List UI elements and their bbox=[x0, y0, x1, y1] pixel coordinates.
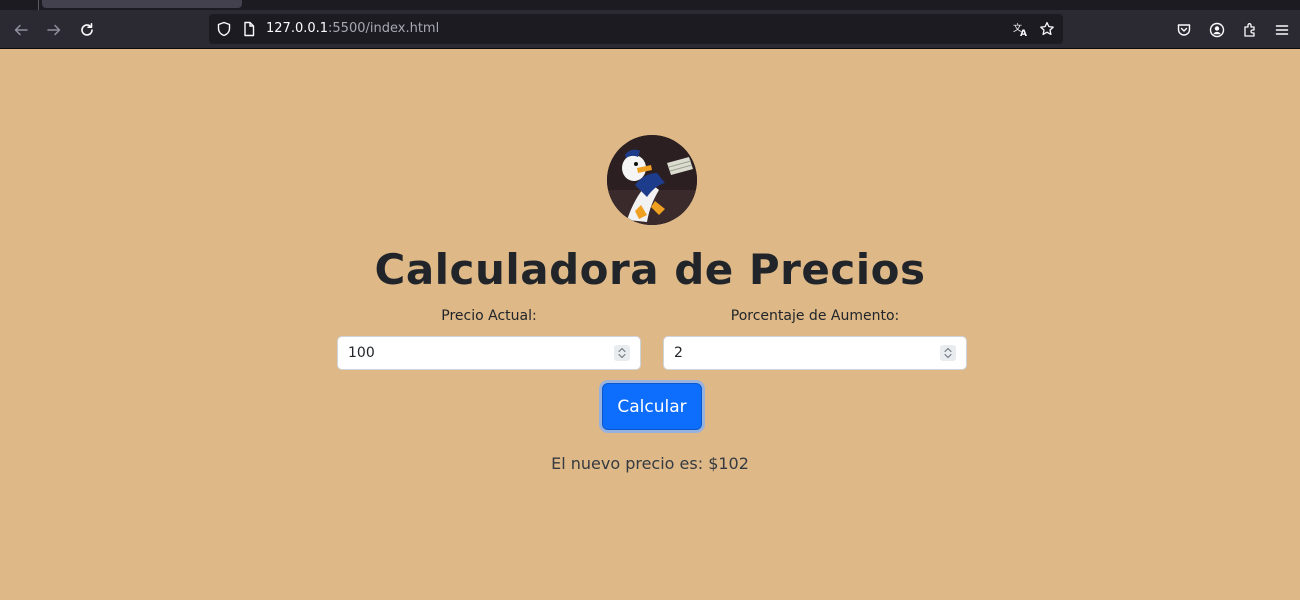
result-text: El nuevo precio es: $102 bbox=[551, 454, 749, 473]
pocket-icon[interactable] bbox=[1172, 18, 1196, 42]
hamburger-menu-icon[interactable] bbox=[1270, 18, 1294, 42]
arrow-right-icon[interactable] bbox=[42, 18, 66, 42]
tab-separator bbox=[38, 0, 39, 10]
star-icon[interactable] bbox=[1039, 21, 1055, 37]
duck-avatar-image bbox=[607, 135, 697, 225]
browser-toolbar: 127.0.0.1:5500/index.html 文A bbox=[0, 10, 1300, 49]
tab-strip bbox=[0, 0, 1300, 10]
url-host: 127.0.0.1 bbox=[266, 21, 329, 36]
page-title: Calculadora de Precios bbox=[374, 245, 926, 294]
price-label: Precio Actual: bbox=[441, 308, 537, 324]
percent-input-value: 2 bbox=[674, 345, 683, 361]
calculate-button[interactable]: Calcular bbox=[602, 383, 702, 430]
arrow-left-icon[interactable] bbox=[9, 18, 33, 42]
translate-icon[interactable]: 文A bbox=[1013, 21, 1029, 37]
extensions-icon[interactable] bbox=[1238, 18, 1262, 42]
url-bar[interactable]: 127.0.0.1:5500/index.html 文A bbox=[209, 14, 1063, 44]
url-text[interactable]: 127.0.0.1:5500/index.html bbox=[266, 21, 439, 36]
account-icon[interactable] bbox=[1205, 18, 1229, 42]
url-path: :5500/index.html bbox=[328, 21, 440, 36]
active-tab[interactable] bbox=[42, 0, 242, 8]
shield-icon[interactable] bbox=[216, 21, 232, 37]
percent-label: Porcentaje de Aumento: bbox=[730, 308, 900, 324]
percent-input[interactable]: 2 bbox=[663, 336, 967, 370]
price-spinner-icon[interactable] bbox=[614, 345, 630, 361]
percent-spinner-icon[interactable] bbox=[940, 345, 956, 361]
price-input-value: 100 bbox=[348, 345, 375, 361]
svg-text:A: A bbox=[1020, 29, 1027, 37]
page-icon[interactable] bbox=[241, 21, 257, 37]
reload-icon[interactable] bbox=[75, 18, 99, 42]
price-input[interactable]: 100 bbox=[337, 336, 641, 370]
